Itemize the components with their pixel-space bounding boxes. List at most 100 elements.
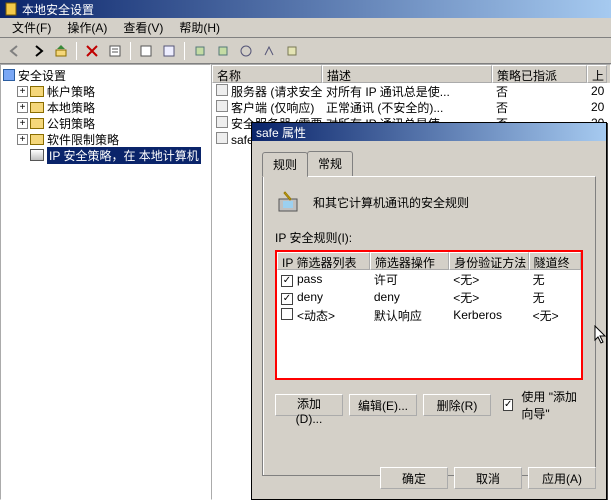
tree-item-label: 帐户策略 — [47, 83, 95, 100]
checkbox-icon[interactable]: ✓ — [281, 275, 293, 287]
rule-column-header[interactable]: 隧道终 — [529, 252, 581, 270]
menu-help[interactable]: 帮助(H) — [171, 17, 228, 38]
export-button[interactable] — [158, 40, 180, 62]
delete-button[interactable] — [81, 40, 103, 62]
rules-icon — [275, 189, 303, 215]
properties-button[interactable] — [104, 40, 126, 62]
column-header[interactable]: 名称 — [212, 65, 322, 83]
checkbox-icon: ✓ — [503, 399, 513, 411]
rule-cell: deny — [370, 290, 449, 304]
tool-button[interactable] — [258, 40, 280, 62]
cell-text: 否 — [496, 85, 508, 99]
tree-item[interactable]: + 帐户策略 — [3, 83, 208, 99]
edit-button[interactable]: 编辑(E)... — [349, 394, 417, 416]
rule-row[interactable]: ✓pass许可<无>无 — [277, 270, 581, 288]
network-icon — [30, 149, 44, 161]
tab-strip: 规则 常规 — [262, 151, 596, 176]
shield-icon — [4, 2, 18, 16]
ok-button[interactable]: 确定 — [380, 467, 448, 489]
folder-icon — [30, 134, 44, 145]
remove-button[interactable]: 删除(R) — [423, 394, 491, 416]
menu-bar: 文件(F) 操作(A) 查看(V) 帮助(H) — [0, 18, 611, 38]
list-cell: 服务器 (请求安全) — [212, 83, 322, 100]
back-button[interactable] — [4, 40, 26, 62]
tree-item[interactable]: + 公钥策略 — [3, 115, 208, 131]
list-row[interactable]: 客户端 (仅响应) 正常通讯 (不安全的)... 否 20 — [212, 99, 610, 115]
rule-cell: 无 — [529, 289, 581, 306]
rules-hint: 和其它计算机通讯的安全规则 — [313, 194, 469, 211]
forward-button[interactable] — [27, 40, 49, 62]
list-cell: 正常通讯 (不安全的)... — [322, 99, 492, 116]
tree-pane[interactable]: 安全设置 + 帐户策略 + 本地策略 + 公钥策略+软件限制策略IP 安全策略，在 本地计… — [0, 64, 211, 500]
rule-cell: ✓ deny — [277, 290, 370, 305]
refresh-button[interactable] — [135, 40, 157, 62]
column-header[interactable]: 策略已指派 — [492, 65, 587, 83]
cell-text: 20 — [591, 84, 604, 98]
cell-text: 对所有 IP 通讯总是使... — [326, 85, 450, 99]
tree-item-label: 本地策略 — [47, 99, 95, 116]
cell-text: 20 — [591, 100, 604, 114]
tool-button[interactable] — [212, 40, 234, 62]
toolbar — [0, 38, 611, 64]
rule-column-header[interactable]: 筛选器操作 — [370, 252, 449, 270]
menu-view[interactable]: 查看(V) — [115, 17, 171, 38]
list-row[interactable]: 服务器 (请求安全) 对所有 IP 通讯总是使... 否 20 — [212, 83, 610, 99]
dialog-title-bar[interactable]: safe 属性 — [252, 123, 606, 141]
expand-icon[interactable]: + — [17, 118, 28, 129]
rule-cell: 无 — [529, 271, 581, 288]
window-title: 本地安全设置 — [22, 1, 94, 18]
column-header[interactable]: 描述 — [322, 65, 492, 83]
expand-icon[interactable]: + — [17, 134, 28, 145]
column-header[interactable]: 上 — [587, 65, 607, 83]
add-button[interactable]: 添加(D)... — [275, 394, 343, 416]
cell-text: 服务器 (请求安全) — [231, 85, 322, 99]
checkbox-icon[interactable] — [281, 308, 293, 320]
toolbar-sep — [184, 42, 185, 60]
rule-filter: deny — [297, 290, 323, 304]
wizard-checkbox[interactable]: ✓ 使用 "添加向导" — [503, 388, 583, 422]
rule-column-header[interactable]: 身份验证方法 — [449, 252, 528, 270]
rule-column-header[interactable]: IP 筛选器列表 — [277, 252, 370, 270]
tab-general[interactable]: 常规 — [307, 151, 353, 176]
main-title-bar: 本地安全设置 — [0, 0, 611, 18]
checkbox-icon[interactable]: ✓ — [281, 293, 293, 305]
toolbar-sep — [76, 42, 77, 60]
rule-filter: <动态> — [297, 309, 335, 323]
tree-root-label: 安全设置 — [18, 67, 66, 84]
tree-item-label: 公钥策略 — [47, 115, 95, 132]
expand-icon[interactable]: + — [17, 102, 28, 113]
cell-text: 否 — [496, 101, 508, 115]
tool-button[interactable] — [189, 40, 211, 62]
tree-root[interactable]: 安全设置 — [3, 67, 208, 83]
rules-list[interactable]: IP 筛选器列表筛选器操作身份验证方法隧道终 ✓pass许可<无>无✓denyd… — [275, 250, 583, 380]
apply-button[interactable]: 应用(A) — [528, 467, 596, 489]
properties-dialog: safe 属性 规则 常规 和其它计算机通讯的安全规则 IP 安全规则(I): … — [251, 122, 607, 500]
rule-row[interactable]: <动态>默认响应Kerberos<无> — [277, 306, 581, 324]
folder-icon — [30, 102, 44, 113]
tab-rules[interactable]: 规则 — [262, 152, 308, 177]
cell-text: 正常通讯 (不安全的)... — [326, 101, 443, 115]
list-cell: 客户端 (仅响应) — [212, 99, 322, 116]
policy-icon — [216, 116, 228, 128]
up-button[interactable] — [50, 40, 72, 62]
tool-button[interactable] — [235, 40, 257, 62]
folder-icon — [30, 118, 44, 129]
rule-row[interactable]: ✓denydeny<无>无 — [277, 288, 581, 306]
folder-icon — [30, 86, 44, 97]
list-cell: 对所有 IP 通讯总是使... — [322, 83, 492, 100]
tree-item[interactable]: + 本地策略 — [3, 99, 208, 115]
rule-cell: 许可 — [370, 271, 449, 288]
tab-page-rules: 和其它计算机通讯的安全规则 IP 安全规则(I): IP 筛选器列表筛选器操作身… — [262, 176, 596, 476]
list-cell: 20 — [587, 84, 607, 98]
menu-action[interactable]: 操作(A) — [59, 17, 115, 38]
rule-cell: ✓pass — [277, 272, 370, 287]
list-cell: 20 — [587, 100, 607, 114]
tool-button[interactable] — [281, 40, 303, 62]
tree-item[interactable]: +软件限制策略 — [3, 131, 208, 147]
expand-icon[interactable]: + — [17, 86, 28, 97]
menu-file[interactable]: 文件(F) — [4, 17, 59, 38]
cursor-icon — [594, 325, 608, 345]
tree-item[interactable]: IP 安全策略，在 本地计算机 — [3, 147, 208, 163]
cancel-button[interactable]: 取消 — [454, 467, 522, 489]
wizard-label: 使用 "添加向导" — [521, 388, 583, 422]
